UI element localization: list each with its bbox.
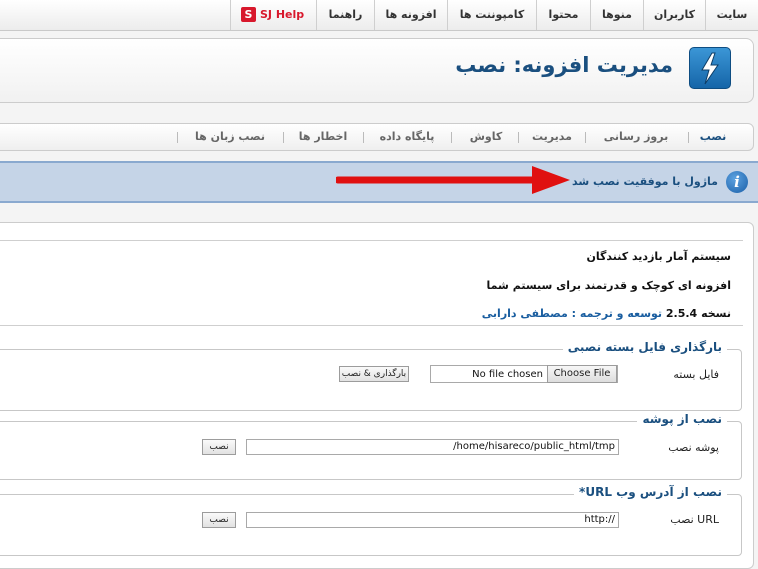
upload-install-button[interactable]: بارگذاری & نصب <box>339 366 409 382</box>
tab-divider <box>451 132 452 143</box>
install-folder-button[interactable]: نصب <box>202 439 236 455</box>
upload-package-section: بارگذاری فایل بسته نصبی فایل بسته No fil… <box>0 340 742 411</box>
install-from-url-section: نصب از آدرس وب URL* URL نصب http:// نصب <box>0 485 742 556</box>
install-from-folder-section: نصب از پوشه پوشه نصب /home/hisareco/publ… <box>0 412 742 480</box>
info-icon: i <box>726 171 748 193</box>
tab-install-languages[interactable]: نصب زبان ها <box>181 124 279 150</box>
version-credit: توسعه و ترجمه : مصطفی دارابی <box>481 307 663 320</box>
url-section-legend: نصب از آدرس وب URL* <box>574 485 727 499</box>
tab-divider <box>177 132 178 143</box>
version-number: 2.5.4 <box>665 307 698 320</box>
extension-version-line: نسخه 2.5.4 توسعه و ترجمه : مصطفی دارابی <box>482 307 731 320</box>
install-folder-input[interactable]: /home/hisareco/public_html/tmp <box>246 439 619 455</box>
tab-update[interactable]: بروز رسانی <box>588 124 684 150</box>
install-url-label: URL نصب <box>670 513 719 526</box>
menu-users[interactable]: کاربران <box>643 0 705 30</box>
package-file-label: فایل بسته <box>673 368 719 381</box>
menu-help[interactable]: راهنما <box>316 0 374 30</box>
page-title: مدیریت افزونه: نصب <box>455 53 673 77</box>
tab-discover[interactable]: کاوش <box>456 124 516 150</box>
sj-help-icon: S <box>241 7 256 22</box>
extension-description: افزونه ای کوچک و قدرتمند برای سیستم شما <box>486 279 731 292</box>
choose-file-button[interactable]: Choose File <box>547 365 617 383</box>
package-file-input[interactable]: No file chosen Choose File <box>430 365 618 383</box>
tab-warnings[interactable]: اخطار ها <box>287 124 359 150</box>
sj-help-link[interactable]: S SJ Help <box>230 0 316 30</box>
extension-info-block: سیستم آمار بازدید کنندگان افزونه ای کوچک… <box>0 240 743 326</box>
upload-section-legend: بارگذاری فایل بسته نصبی <box>562 340 727 354</box>
tab-divider <box>283 132 284 143</box>
red-arrow-icon <box>336 166 570 194</box>
tab-divider <box>518 132 519 143</box>
file-status: No file chosen <box>472 369 543 380</box>
tab-database[interactable]: پایگاه داده <box>367 124 447 150</box>
install-folder-label: پوشه نصب <box>668 441 719 454</box>
top-menu-bar: سایت کاربران منوها محتوا کامپوننت ها افز… <box>0 0 758 31</box>
menu-extensions[interactable]: افزونه ها <box>374 0 447 30</box>
tab-install[interactable]: نصب <box>692 124 734 150</box>
page-header: مدیریت افزونه: نصب <box>0 38 754 103</box>
version-prefix: نسخه <box>701 307 731 320</box>
menu-content[interactable]: محتوا <box>536 0 590 30</box>
menu-site[interactable]: سایت <box>705 0 758 30</box>
install-url-button[interactable]: نصب <box>202 512 236 528</box>
install-url-input[interactable]: http:// <box>246 512 619 528</box>
tab-divider <box>363 132 364 143</box>
tab-divider <box>688 132 689 143</box>
success-message: ماژول با موفقیت نصب شد <box>572 175 718 188</box>
sj-help-label: SJ Help <box>260 8 305 21</box>
lightning-bolt-icon <box>689 47 731 89</box>
folder-section-legend: نصب از پوشه <box>637 412 727 426</box>
tab-manage[interactable]: مدیریت <box>521 124 583 150</box>
extension-name: سیستم آمار بازدید کنندگان <box>586 250 731 263</box>
menu-components[interactable]: کامپوننت ها <box>447 0 536 30</box>
submenu: نصب بروز رسانی مدیریت کاوش پایگاه داده ا… <box>0 123 754 151</box>
menu-menus[interactable]: منوها <box>590 0 643 30</box>
tab-divider <box>585 132 586 143</box>
